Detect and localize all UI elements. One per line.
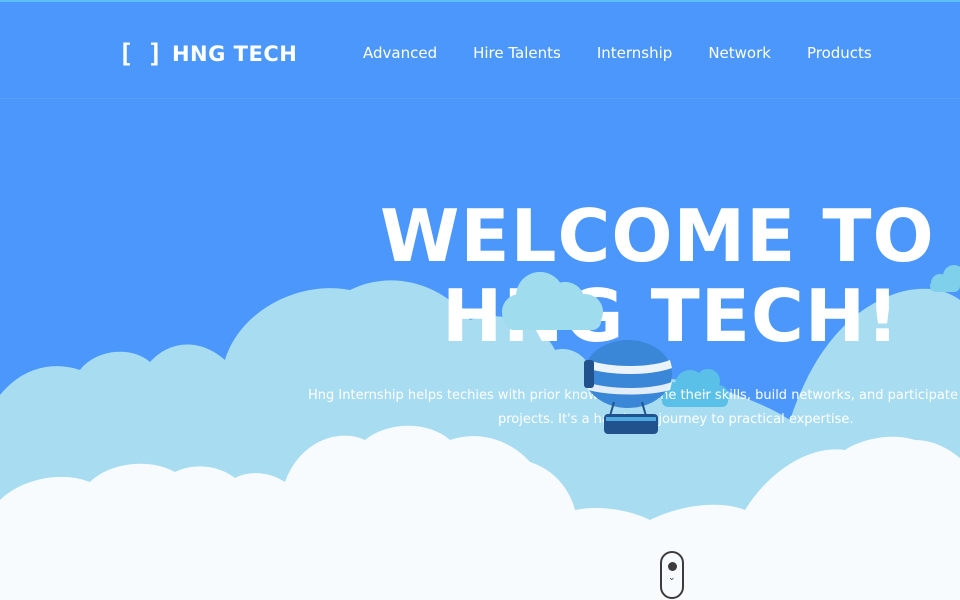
overlay-cloud [502, 272, 603, 330]
scroll-wheel-dot [668, 562, 677, 571]
scroll-down-mouse-icon[interactable]: ⌄ [660, 551, 684, 599]
chevron-down-icon: ⌄ [668, 573, 676, 583]
landing-page: [ ] HNG TECH Advanced Hire Talents Inter… [0, 0, 960, 600]
airship-balloon-icon [584, 340, 672, 434]
